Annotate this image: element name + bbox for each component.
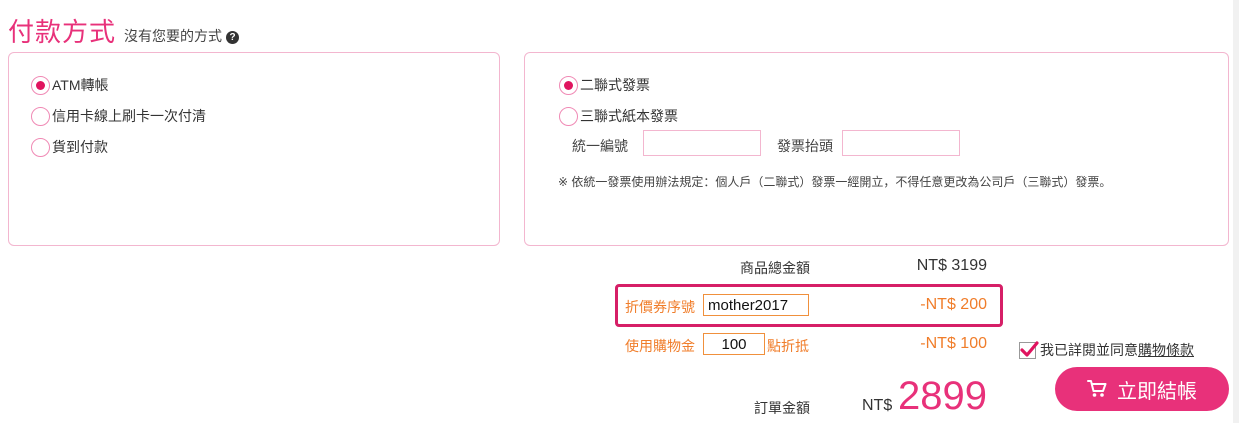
invoice-title-input[interactable] (842, 130, 960, 156)
coupon-discount-value: -NT$ 200 (920, 296, 987, 313)
invoice-note: ※ 依統一發票使用辦法規定：個人戶（二聯式）發票一經開立，不得任意更改為公司戶（… (558, 175, 1112, 189)
points-suffix-label: 點折抵 (767, 338, 809, 354)
missing-method-link[interactable]: 沒有您要的方式? (124, 26, 240, 46)
total-label: 訂單金額 (754, 400, 810, 416)
cart-icon (1087, 380, 1107, 397)
tax-id-label: 統一編號 (572, 138, 628, 154)
payment-option-atm[interactable]: ATM轉帳 (31, 75, 109, 95)
invoice-option-label: 三聯式紙本發票 (580, 108, 678, 124)
invoice-title-label: 發票抬頭 (777, 138, 833, 154)
checkout-label: 立即結帳 (1117, 380, 1197, 403)
invoice-option-duplicate[interactable]: 二聯式發票 (559, 75, 650, 95)
payment-option-cod[interactable]: 貨到付款 (31, 137, 108, 157)
payment-option-label: 貨到付款 (52, 139, 108, 155)
payment-option-label: 信用卡線上刷卡一次付清 (52, 108, 206, 124)
question-circle-icon[interactable]: ? (226, 30, 240, 44)
points-input[interactable] (703, 333, 765, 355)
terms-checkbox[interactable] (1019, 340, 1039, 359)
check-icon (1020, 340, 1039, 357)
points-discount-value: -NT$ 100 (920, 335, 987, 352)
tax-id-input[interactable] (643, 130, 761, 156)
invoice-option-triplicate[interactable]: 三聯式紙本發票 (559, 106, 678, 126)
terms-link[interactable]: 購物條款 (1138, 340, 1194, 360)
radio-button[interactable] (559, 106, 578, 126)
payment-option-credit-card[interactable]: 信用卡線上刷卡一次付清 (31, 106, 206, 126)
terms-agreement[interactable]: 我已詳閱並同意 購物條款 (1019, 340, 1194, 360)
radio-button[interactable] (31, 106, 50, 126)
subtotal-value: NT$ 3199 (916, 257, 987, 274)
points-label: 使用購物金 (625, 338, 695, 354)
invoice-option-label: 二聯式發票 (580, 77, 650, 93)
payment-method-panel: ATM轉帳 信用卡線上刷卡一次付清 貨到付款 (8, 52, 500, 246)
radio-button-checked[interactable] (559, 75, 578, 95)
radio-button[interactable] (31, 137, 50, 157)
page-header: 付款方式 沒有您要的方式? (8, 12, 240, 49)
subtotal-label: 商品總金額 (740, 260, 810, 276)
terms-text: 我已詳閱並同意 (1040, 342, 1138, 358)
page-title: 付款方式 (8, 17, 117, 47)
total-currency: NT$ (862, 397, 893, 414)
checkout-button[interactable]: 立即結帳 (1055, 367, 1229, 411)
invoice-panel: 二聯式發票 三聯式紙本發票 統一編號 發票抬頭 ※ 依統一發票使用辦法規定：個人… (524, 52, 1229, 246)
payment-option-label: ATM轉帳 (52, 77, 109, 93)
coupon-label: 折價券序號 (625, 299, 695, 315)
radio-button-checked[interactable] (31, 75, 50, 95)
page-scrollbar[interactable] (1233, 0, 1239, 423)
missing-method-text: 沒有您要的方式 (124, 28, 223, 44)
total-value: 2899 (898, 374, 987, 418)
coupon-code-input[interactable] (703, 294, 809, 316)
